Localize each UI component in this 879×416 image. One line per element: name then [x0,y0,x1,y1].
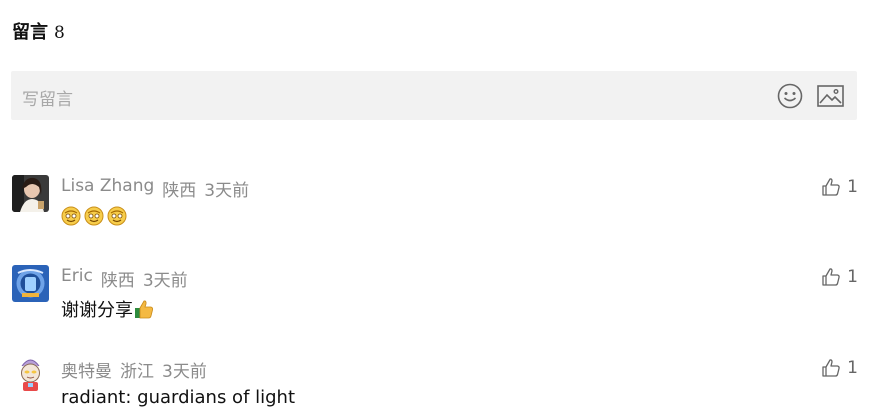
image-icon[interactable] [817,85,844,107]
thumbs-up-icon[interactable] [821,358,841,378]
like-button[interactable]: 1 [821,177,858,197]
emoji-icon [61,206,81,226]
comment-content [61,206,130,226]
comment-compose-box[interactable]: 写留言 [11,71,857,120]
comment-text: radiant: guardians of light [61,387,296,408]
comment-meta: Eric 陕西 3天前 [61,266,188,291]
author-name[interactable]: Lisa Zhang [61,176,154,201]
thumbs-up-emoji [135,300,153,319]
like-count: 1 [847,358,858,378]
like-count: 1 [847,267,858,287]
author-name[interactable]: 奥特曼 [61,357,112,382]
author-location: 陕西 [162,181,197,201]
comment-time: 3天前 [142,271,188,291]
like-count: 1 [847,177,858,197]
avatar[interactable] [12,265,49,302]
comment-content: 谢谢分享 [61,296,154,322]
comment-item: Eric 陕西 3天前 谢谢分享 1 [12,265,858,335]
emoji-icon [84,206,104,226]
like-button[interactable]: 1 [821,267,858,287]
smiley-face-icon[interactable] [777,83,803,109]
author-location: 浙江 [120,362,154,382]
comment-time: 3天前 [162,362,207,382]
emoji-icon [107,206,127,226]
comments-header: 留言 8 [12,18,65,44]
comment-meta: Lisa Zhang 陕西 3天前 [61,176,249,201]
comment-item: 奥特曼 浙江 3天前 radiant: guardians of light 1 [12,356,858,416]
thumbs-up-icon[interactable] [821,177,841,197]
comment-content: radiant: guardians of light [61,387,295,408]
avatar[interactable] [12,175,49,212]
comment-item: Lisa Zhang 陕西 3天前 1 [12,175,858,245]
comment-time: 3天前 [204,181,250,201]
comment-meta: 奥特曼 浙江 3天前 [61,357,207,382]
compose-placeholder[interactable]: 写留言 [22,85,73,110]
comments-count: 8 [54,23,65,43]
avatar[interactable] [12,356,49,393]
author-location: 陕西 [100,271,135,291]
comment-text: 谢谢分享 [61,300,133,321]
like-button[interactable]: 1 [821,358,858,378]
comments-title: 留言 [12,22,48,43]
author-name[interactable]: Eric [61,266,93,291]
comments-section: 留言 8 写留言 Lisa Zhang 陕西 3天前 1 Eric 陕西 3天前… [0,0,879,416]
thumbs-up-icon[interactable] [821,267,841,287]
